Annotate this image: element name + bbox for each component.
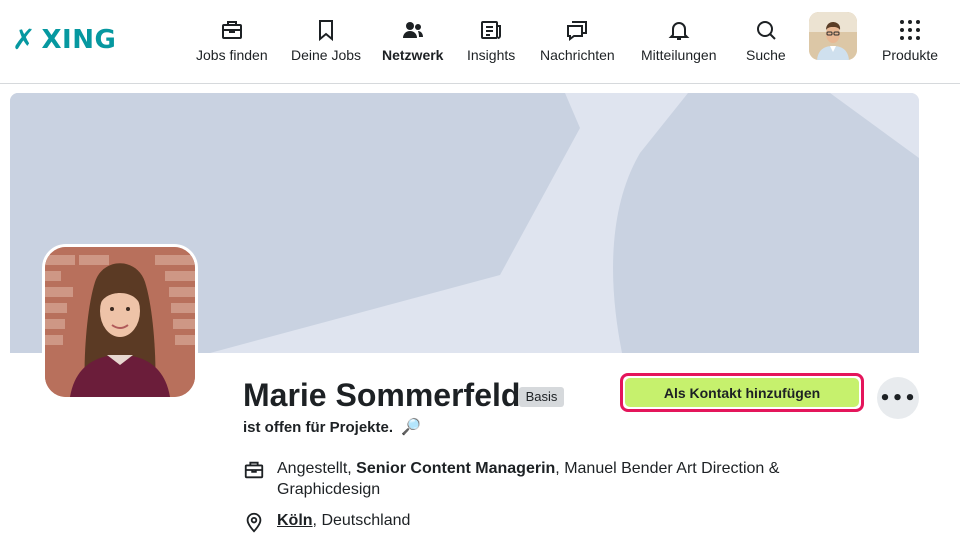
profile-photo-image	[45, 247, 195, 397]
briefcase-icon	[244, 461, 264, 479]
nav-label: Produkte	[882, 47, 939, 63]
grid-icon	[900, 20, 921, 40]
profile-name: Marie Sommerfeld	[243, 377, 521, 413]
location-text: Köln, Deutschland	[277, 510, 837, 533]
location-city[interactable]: Köln	[277, 512, 313, 529]
search-icon	[756, 21, 776, 40]
nav-insights[interactable]: Insights	[467, 18, 515, 66]
nav-suche[interactable]: Suche	[746, 18, 786, 66]
top-navigation-bar: ✗ XING Jobs finden Deine Jobs Netzwerk I…	[0, 0, 960, 84]
nav-label: Netzwerk	[382, 47, 444, 63]
nav-label: Mitteilungen	[641, 47, 717, 63]
nav-label: Insights	[467, 47, 516, 63]
bookmark-icon	[319, 20, 334, 42]
bell-icon	[668, 22, 690, 40]
employment-row: Angestellt, Senior Content Managerin, Ma…	[243, 458, 837, 500]
employment-text: Angestellt, Senior Content Managerin, Ma…	[277, 458, 837, 500]
nav-mitteilungen[interactable]: Mitteilungen	[641, 18, 717, 66]
profile-photo[interactable]	[42, 244, 198, 400]
profile-status: ist offen für Projekte. 🔎	[243, 417, 421, 437]
nav-label: Jobs finden	[196, 47, 268, 63]
nav-deine-jobs[interactable]: Deine Jobs	[291, 18, 361, 66]
membership-badge: Basis	[519, 387, 564, 407]
add-contact-highlight: Als Kontakt hinzufügen	[620, 373, 864, 412]
chat-icon	[567, 21, 588, 41]
xing-logo[interactable]: ✗ XING	[12, 23, 117, 56]
magnifier-icon: 🔎	[401, 419, 422, 436]
user-avatar[interactable]	[809, 12, 857, 60]
location-row: Köln, Deutschland	[243, 510, 837, 533]
location-country: , Deutschland	[312, 512, 411, 529]
user-avatar-image	[809, 12, 857, 60]
news-icon	[481, 21, 502, 39]
xing-logo-icon: ✗	[12, 23, 36, 56]
people-icon	[402, 22, 423, 38]
employment-position: Senior Content Managerin	[356, 460, 556, 477]
nav-netzwerk[interactable]: Netzwerk	[382, 18, 443, 66]
more-icon: •••	[879, 387, 917, 409]
briefcase-icon	[221, 21, 242, 39]
nav-jobs-finden[interactable]: Jobs finden	[196, 18, 268, 66]
more-options-button[interactable]: •••	[877, 377, 919, 419]
xing-logo-text: XING	[41, 25, 117, 55]
status-text: ist offen für Projekte.	[243, 419, 394, 436]
employment-type: Angestellt,	[277, 460, 352, 477]
nav-produkte[interactable]: Produkte	[882, 18, 938, 66]
nav-label: Deine Jobs	[291, 47, 362, 63]
add-contact-button[interactable]: Als Kontakt hinzufügen	[625, 378, 859, 407]
nav-label: Suche	[746, 47, 786, 63]
nav-label: Nachrichten	[540, 47, 615, 63]
nav-nachrichten[interactable]: Nachrichten	[540, 18, 615, 66]
location-pin-icon	[246, 512, 262, 533]
